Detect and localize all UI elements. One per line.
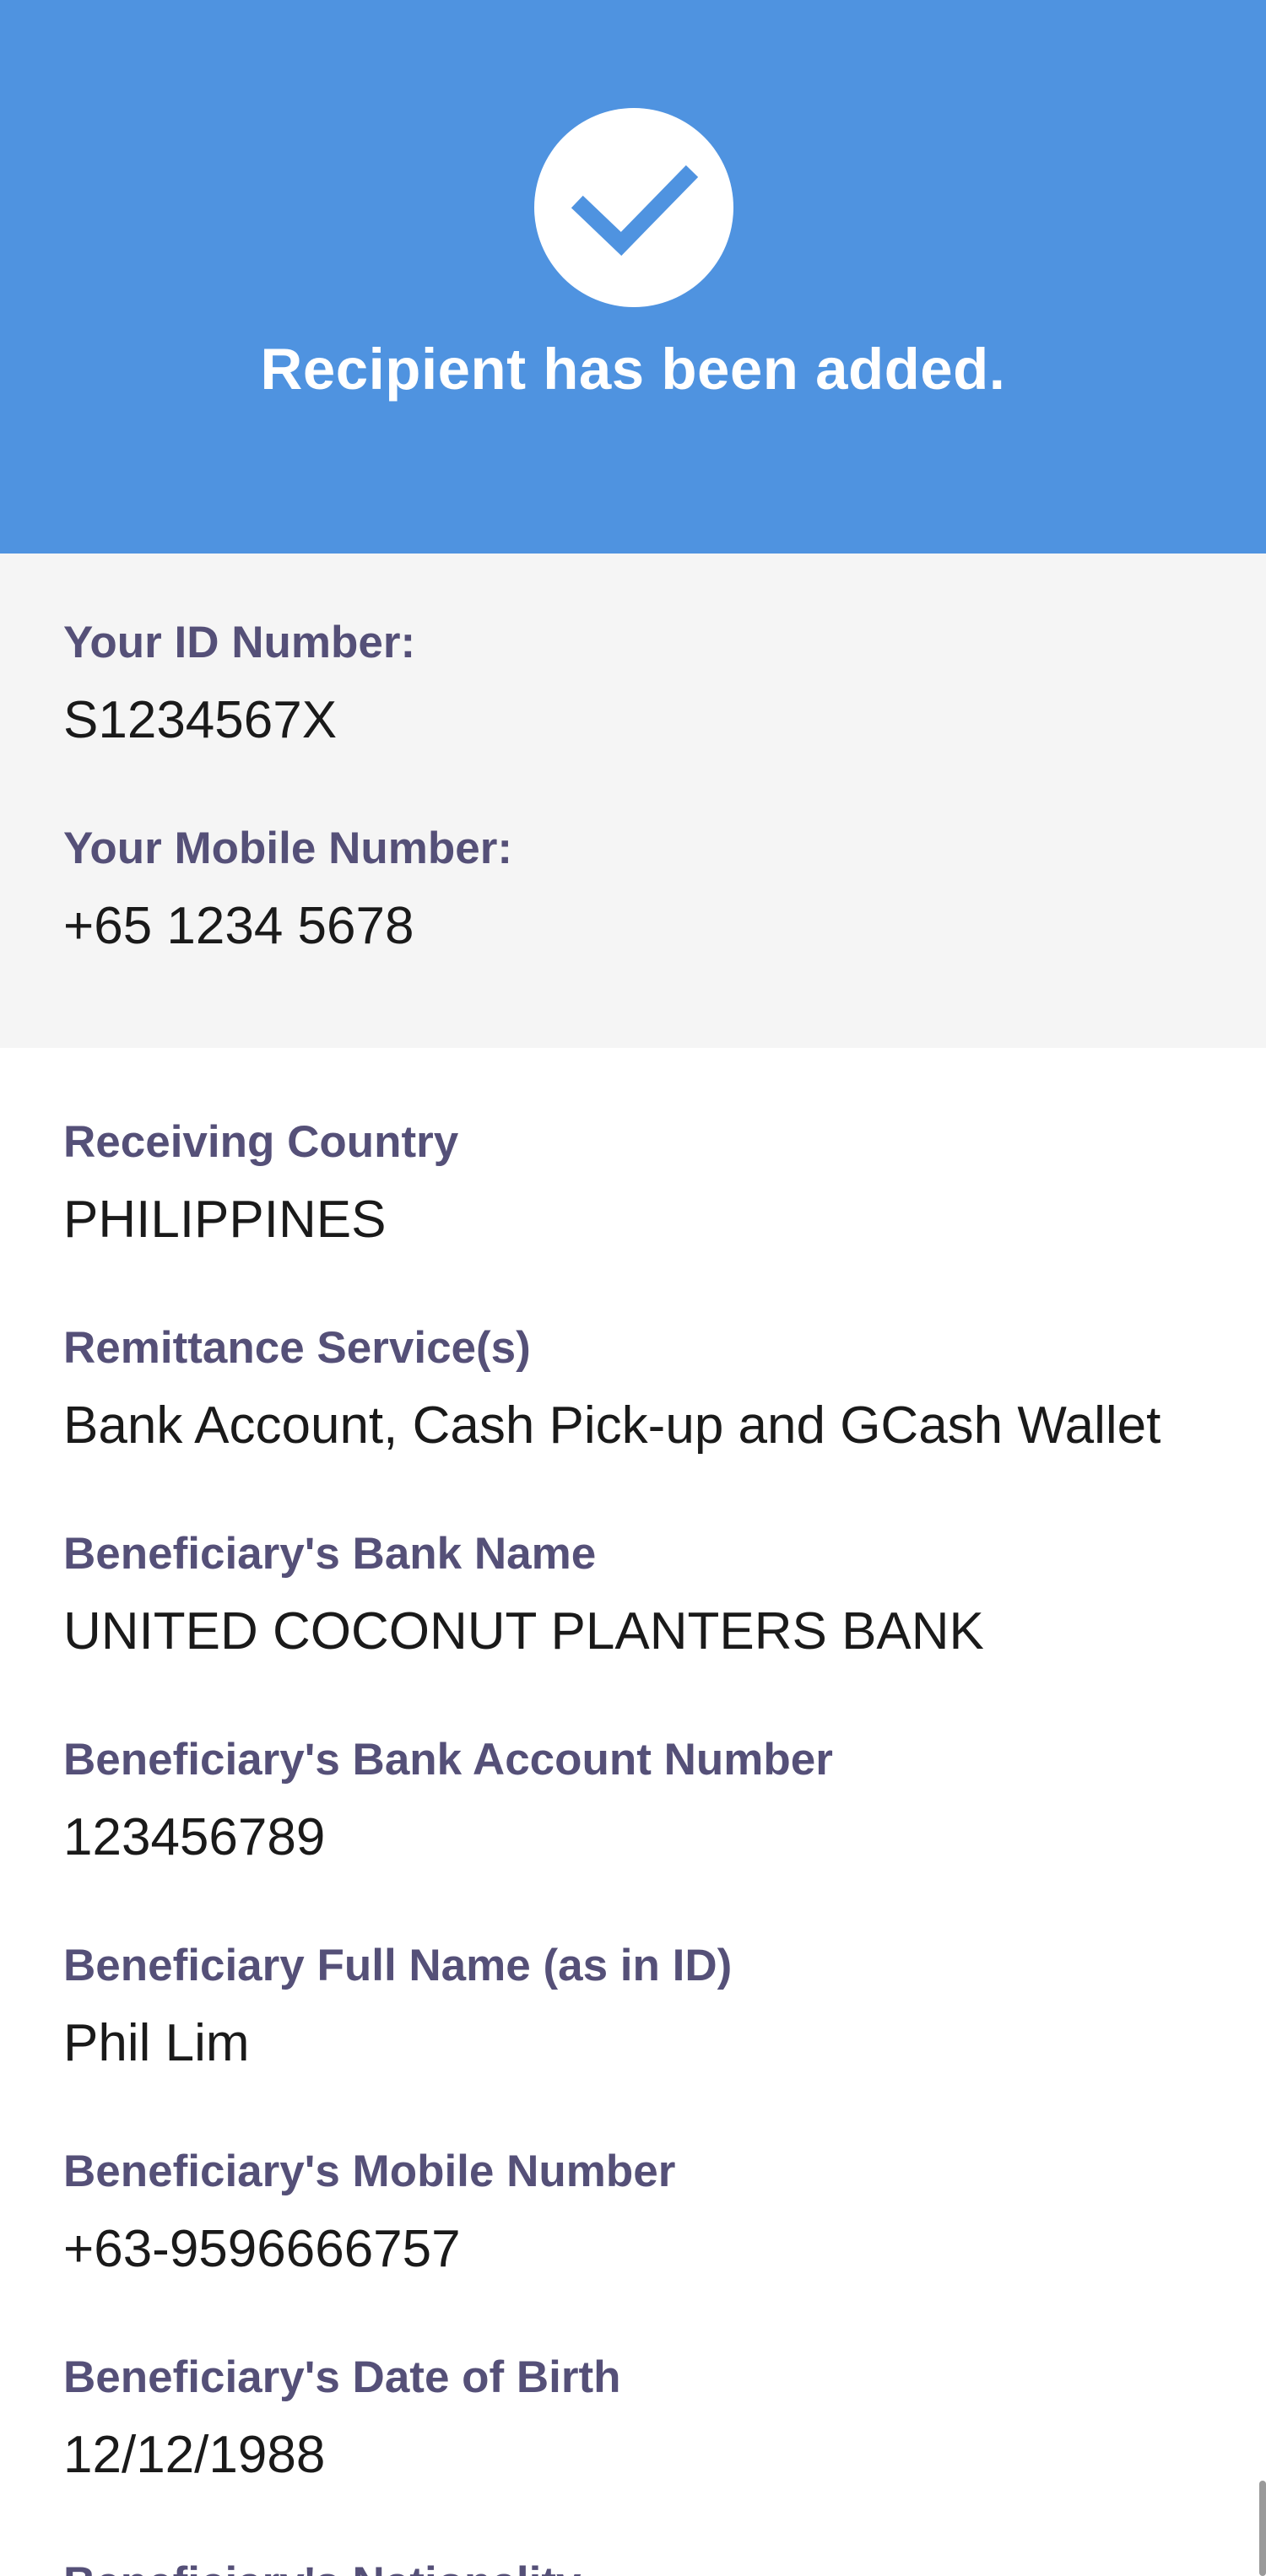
detail-value: 123456789 [63,1808,326,1866]
detail-value: +63-9596666757 [63,2220,461,2278]
check-icon [571,165,699,257]
bank-account-number-field: Beneficiary's Bank Account Number 123456… [63,1733,833,1871]
id-number-field: Your ID Number: S1234567X [63,616,415,754]
beneficiary-nationality-field: Beneficiary's Nationality [63,2557,582,2576]
mobile-number-value: +65 1234 5678 [63,897,414,955]
detail-label: Beneficiary's Bank Name [63,1529,597,1579]
beneficiary-dob-field: Beneficiary's Date of Birth 12/12/1988 [63,2351,621,2489]
beneficiary-mobile-field: Beneficiary's Mobile Number +63-95966667… [63,2145,675,2283]
recipient-added-screen: Recipient has been added. Your ID Number… [0,0,1266,2576]
mobile-number-field: Your Mobile Number: +65 1234 5678 [63,822,512,960]
detail-value: UNITED COCONUT PLANTERS BANK [63,1602,984,1661]
detail-value: Bank Account, Cash Pick-up and GCash Wal… [63,1396,1161,1455]
success-title: Recipient has been added. [260,337,1006,402]
scrollbar[interactable] [1259,2481,1266,2576]
beneficiary-full-name-field: Beneficiary Full Name (as in ID) Phil Li… [63,1939,732,2077]
id-number-label: Your ID Number: [63,618,416,667]
mobile-number-label: Your Mobile Number: [63,824,512,873]
detail-label: Beneficiary's Bank Account Number [63,1735,833,1785]
success-badge [534,108,733,307]
detail-label: Beneficiary Full Name (as in ID) [63,1941,733,1990]
detail-label: Beneficiary's Date of Birth [63,2352,621,2402]
detail-value: 12/12/1988 [63,2426,326,2484]
id-number-value: S1234567X [63,691,338,749]
success-header: Recipient has been added. [0,0,1266,554]
detail-value: Phil Lim [63,2014,250,2072]
bank-name-field: Beneficiary's Bank Name UNITED COCONUT P… [63,1527,984,1666]
recipient-details: Receiving Country PHILIPPINES Remittance… [0,1048,1266,2576]
user-info-section: Your ID Number: S1234567X Your Mobile Nu… [0,554,1266,1048]
detail-label: Beneficiary's Mobile Number [63,2147,676,2196]
receiving-country-field: Receiving Country PHILIPPINES [63,1115,458,1254]
detail-value: PHILIPPINES [63,1191,387,1249]
remittance-services-field: Remittance Service(s) Bank Account, Cash… [63,1321,1160,1460]
detail-label: Remittance Service(s) [63,1323,531,1373]
detail-label: Beneficiary's Nationality [63,2557,582,2576]
detail-label: Receiving Country [63,1117,459,1167]
